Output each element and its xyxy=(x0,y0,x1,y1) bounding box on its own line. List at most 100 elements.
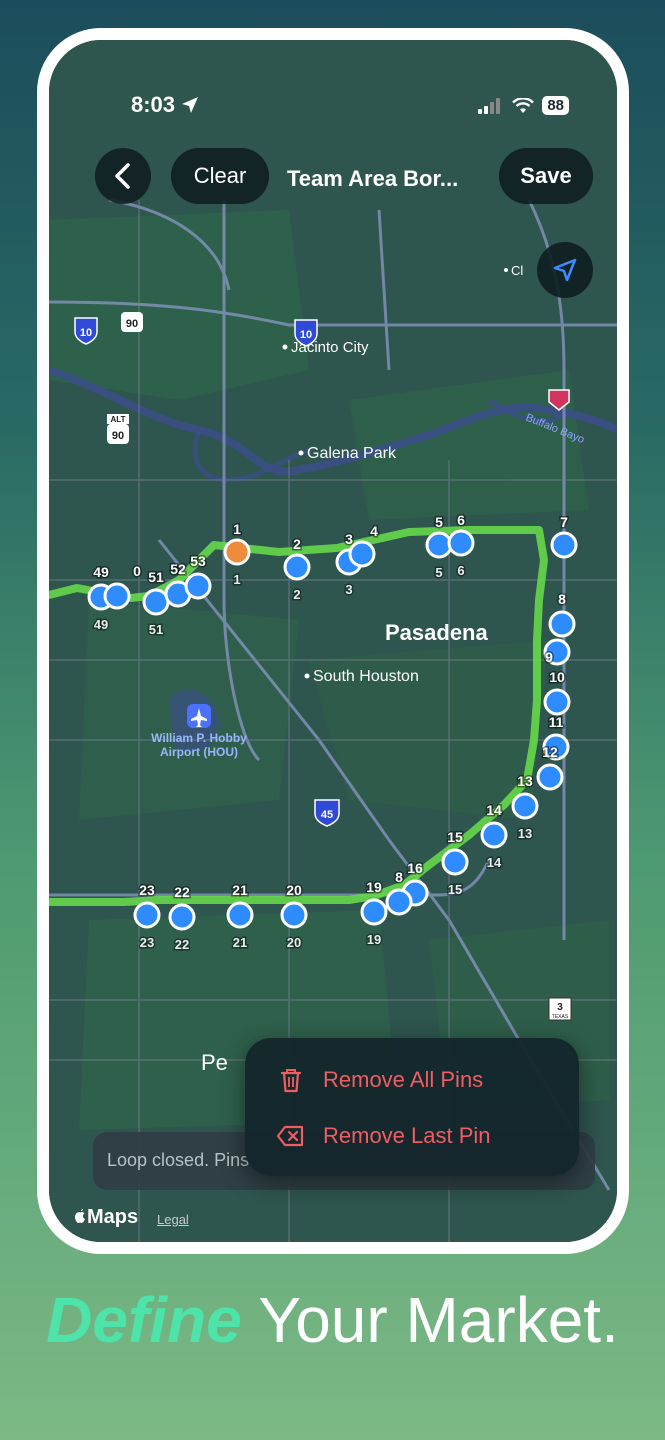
pin-marker[interactable] xyxy=(360,898,388,926)
label-south-houston: South Houston xyxy=(313,668,419,685)
pin-marker[interactable] xyxy=(543,688,571,716)
svg-text:45: 45 xyxy=(321,809,333,821)
label-pe: Pe xyxy=(201,1050,228,1075)
pin-label: 10 xyxy=(549,669,565,685)
pin-sublabel: 49 xyxy=(94,617,108,632)
pin-marker[interactable] xyxy=(280,901,308,929)
pin-marker[interactable] xyxy=(536,763,564,791)
pin-sublabel: 2 xyxy=(293,587,300,602)
delete-backward-icon xyxy=(276,1125,304,1147)
status-time: 8:03 xyxy=(131,92,199,118)
pin-marker[interactable] xyxy=(348,540,376,568)
battery-indicator: 88 xyxy=(542,96,569,115)
pin-label: 6 xyxy=(457,512,465,528)
pin-marker[interactable] xyxy=(168,903,196,931)
pin-sublabel: 21 xyxy=(233,935,247,950)
pin-marker[interactable] xyxy=(142,588,170,616)
remove-all-pins-item[interactable]: Remove All Pins xyxy=(245,1052,579,1108)
tagline-emphasis: Define xyxy=(46,1284,242,1356)
pin-sublabel: 22 xyxy=(175,937,189,952)
shield-i10-west: 10 xyxy=(74,317,98,345)
pin-sublabel: 51 xyxy=(149,622,163,637)
pin-sublabel: 5 xyxy=(435,565,442,580)
pin-label: 23 xyxy=(139,882,155,898)
pin-marker[interactable] xyxy=(480,821,508,849)
svg-text:3: 3 xyxy=(557,1002,563,1013)
location-arrow-icon xyxy=(553,258,577,282)
pin-marker[interactable] xyxy=(425,531,453,559)
svg-text:Airport (HOU): Airport (HOU) xyxy=(160,745,238,759)
locate-me-button[interactable] xyxy=(537,242,593,298)
pin-marker[interactable] xyxy=(283,553,311,581)
pin-marker[interactable] xyxy=(226,901,254,929)
pin-marker[interactable] xyxy=(184,572,212,600)
pin-marker[interactable] xyxy=(447,529,475,557)
phone-frame: 10 90 10 ALT 90 45 3 TEXAS Jacinto City … xyxy=(37,28,629,1254)
shield-us90-top: 90 xyxy=(121,312,143,332)
pin-label: 15 xyxy=(447,829,463,845)
pin-label: 53 xyxy=(190,553,206,569)
save-button[interactable]: Save xyxy=(499,148,593,204)
pin-label: 11 xyxy=(549,714,564,730)
pin-sublabel: 23 xyxy=(140,935,154,950)
pin-marker[interactable] xyxy=(550,531,578,559)
status-indicators: 88 xyxy=(478,96,569,115)
label-pasadena: Pasadena xyxy=(385,620,488,645)
clear-button[interactable]: Clear xyxy=(171,148,269,204)
pin-label: 52 xyxy=(170,561,186,577)
pin-label: 51 xyxy=(148,569,164,585)
status-time-text: 8:03 xyxy=(131,92,176,117)
pin-label: 16 xyxy=(407,860,423,876)
pin-marker[interactable] xyxy=(511,792,539,820)
legal-link[interactable]: Legal xyxy=(157,1212,189,1227)
pin-sublabel: 6 xyxy=(457,563,464,578)
svg-text:William P. Hobby: William P. Hobby xyxy=(151,731,247,745)
pin-label: 14 xyxy=(486,802,502,818)
page-title: Team Area Bor... xyxy=(287,166,459,191)
pin-label: 19 xyxy=(366,879,382,895)
svg-text:10: 10 xyxy=(80,327,92,339)
pin-actions-menu: Remove All Pins Remove Last Pin xyxy=(245,1038,579,1176)
label-galena-park: Galena Park xyxy=(307,445,397,462)
pin-sublabel: 15 xyxy=(448,882,462,897)
svg-text:ALT: ALT xyxy=(111,415,126,424)
pin-marker[interactable] xyxy=(548,610,576,638)
pin-label: 8 xyxy=(395,869,403,885)
svg-text:90: 90 xyxy=(112,430,124,442)
pin-marker[interactable] xyxy=(133,901,161,929)
pin-label: 4 xyxy=(370,523,378,539)
pin-label: 21 xyxy=(232,882,248,898)
back-button[interactable] xyxy=(95,148,151,204)
pin-label: 7 xyxy=(560,514,568,530)
shield-i45: 45 xyxy=(314,799,340,827)
chevron-left-icon xyxy=(115,163,130,189)
pin-marker[interactable] xyxy=(441,848,469,876)
wifi-icon xyxy=(512,97,535,113)
pin-label: 5 xyxy=(435,514,443,530)
pin-label: 0 xyxy=(133,563,141,579)
location-arrow-icon xyxy=(182,97,199,113)
pin-label: 20 xyxy=(286,882,302,898)
pin-sublabel: 13 xyxy=(518,826,532,841)
marketing-tagline: Define Your Market. xyxy=(0,1283,665,1357)
pin-label: 8 xyxy=(558,591,566,607)
pin-sublabel: 3 xyxy=(345,582,352,597)
remove-last-pin-label: Remove Last Pin xyxy=(323,1123,491,1148)
cellular-signal-icon xyxy=(478,97,501,114)
pin-label: 1 xyxy=(233,521,241,537)
pin-label: 12 xyxy=(542,744,558,760)
pin-label: 3 xyxy=(345,531,353,547)
remove-last-pin-item[interactable]: Remove Last Pin xyxy=(245,1108,579,1164)
shield-us90-alt: ALT 90 xyxy=(107,414,129,444)
map-pin[interactable]: 9 xyxy=(543,638,571,667)
pin-marker[interactable] xyxy=(223,538,251,566)
shield-sh3: 3 TEXAS xyxy=(548,997,572,1021)
pin-marker[interactable] xyxy=(103,582,131,610)
pin-marker[interactable] xyxy=(385,888,413,916)
pin-sublabel: 1 xyxy=(233,572,240,587)
pin-label: 49 xyxy=(93,564,109,580)
pin-label: 13 xyxy=(517,773,533,789)
maps-label: Maps xyxy=(87,1206,139,1228)
label-cl: Cl xyxy=(511,263,523,278)
pin-label: 2 xyxy=(293,536,301,552)
